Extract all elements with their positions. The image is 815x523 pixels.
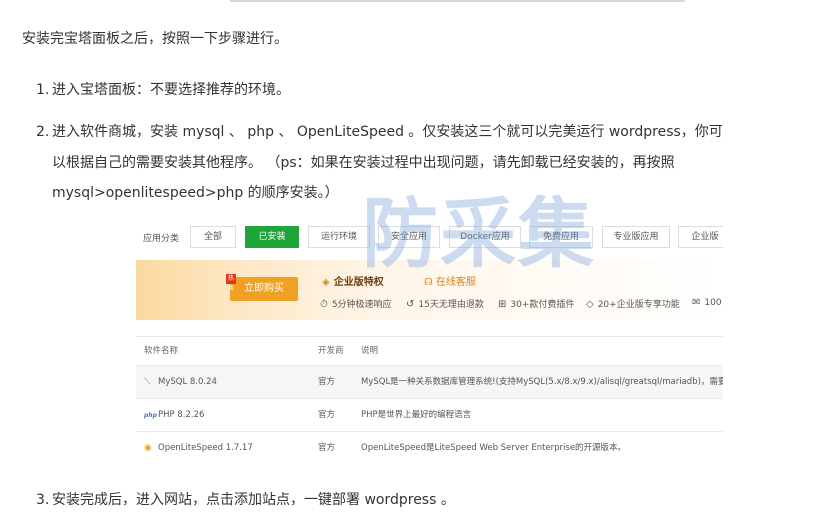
step-2-line-3: mysql>openlitespeed>php 的顺序安装。） [52, 185, 339, 201]
online-service-label: 在线客服 [435, 277, 476, 288]
feature-refund-label: 15天无理由退款 [418, 300, 484, 310]
diamond-outline-icon: ◇ [586, 299, 594, 310]
software-description: OpenLiteSpeed是LiteSpeed Web Server Enter… [361, 443, 627, 453]
enterprise-privileges-title: ◈ 企业版特权 [322, 273, 384, 288]
category-enterprise[interactable]: 企业版 [678, 226, 723, 248]
step-2-line-2: 以根据自己的需要安装其他程序。 （ps：如果在安装过程中出现问题，请先卸载已经安… [52, 154, 675, 171]
step-3: 3. 安装完成后，进入网站，点击添加站点，一键部署 wordpress 。 [36, 485, 455, 515]
step-2: 进入软件商城，安装 mysql 、 php 、 OpenLiteSpeed 。仅… [52, 117, 797, 209]
hot-tag: 热卖 [226, 274, 236, 292]
step-1-number: 1. [36, 82, 50, 98]
header-developer: 开发商 [318, 346, 344, 356]
software-name-text: MySQL 8.0.24 [158, 377, 217, 387]
software-developer: 官方 [318, 410, 336, 420]
category-docker[interactable]: Docker应用 [449, 226, 521, 248]
category-row: 应用分类 全部 已安装 运行环境 安全应用 Docker应用 免费应用 专业版应… [136, 226, 723, 248]
category-installed[interactable]: 已安装 [245, 226, 299, 248]
step-2-line-1: 进入软件商城，安装 mysql 、 php 、 OpenLiteSpeed 。仅… [52, 124, 723, 140]
header-description: 说明 [361, 346, 379, 356]
software-name: ◉ OpenLiteSpeed 1.7.17 [144, 432, 253, 464]
table-row[interactable]: ◉ OpenLiteSpeed 1.7.17 官方 OpenLiteSpeed是L… [136, 431, 723, 464]
diamond-icon: ◈ [322, 277, 330, 288]
openlitespeed-icon: ◉ [144, 443, 152, 453]
software-developer: 官方 [318, 377, 336, 387]
step-2-number: 2. [36, 124, 50, 140]
feature-exclusive-label: 20+企业版专享功能 [597, 300, 680, 310]
table-header: 软件名称 开发商 说明 [136, 337, 723, 365]
software-developer: 官方 [318, 443, 336, 453]
step-1-text: 进入宝塔面板：不要选择推荐的环境。 [52, 82, 290, 98]
plugin-icon: ⊞ [498, 299, 507, 310]
buy-now-button[interactable]: 立即购买 [230, 277, 298, 301]
feature-more: ✉ 100 [692, 297, 722, 308]
software-name: phpPHP 8.2.26 [144, 399, 204, 432]
embedded-screenshot: 应用分类 全部 已安装 运行环境 安全应用 Docker应用 免费应用 专业版应… [136, 220, 723, 466]
feature-plugins-label: 30+款付费插件 [510, 300, 575, 310]
feature-exclusive: ◇ 20+企业版专享功能 [586, 297, 680, 310]
online-service-link[interactable]: ☊ 在线客服 [424, 273, 476, 288]
refund-icon: ↺ [406, 299, 415, 310]
category-all[interactable]: 全部 [190, 226, 236, 248]
enterprise-privileges-label: 企业版特权 [333, 277, 384, 288]
step-1: 1. 进入宝塔面板：不要选择推荐的环境。 [36, 75, 290, 105]
category-pro[interactable]: 专业版应用 [602, 226, 670, 248]
enterprise-banner: 立即购买 热卖 ◈ 企业版特权 ☊ 在线客服 ⏱ 5分钟极速响应 ↺ 15天无理由退款 … [136, 260, 723, 320]
top-divider [230, 0, 685, 2]
software-description: MySQL是一种关系数据库管理系统!(支持MySQL(5.x/8.x/9.x)/… [361, 377, 723, 387]
stopwatch-icon: ⏱ [320, 299, 328, 310]
header-name: 软件名称 [144, 346, 179, 356]
table-row[interactable]: phpPHP 8.2.26 官方 PHP是世界上最好的编程语言 [136, 398, 723, 431]
step-3-text: 安装完成后，进入网站，点击添加站点，一键部署 wordpress 。 [52, 492, 455, 508]
php-icon: php [144, 412, 157, 419]
category-free[interactable]: 免费应用 [529, 226, 593, 248]
mail-icon: ✉ [692, 297, 701, 308]
software-table: 软件名称 开发商 说明 ⟍ MySQL 8.0.24 官方 MySQL是一种关系数… [136, 336, 723, 466]
category-security[interactable]: 安全应用 [378, 226, 440, 248]
software-description: PHP是世界上最好的编程语言 [361, 410, 472, 420]
headset-icon: ☊ [424, 277, 433, 288]
feature-refund: ↺ 15天无理由退款 [406, 297, 484, 310]
mysql-icon: ⟍ [144, 377, 151, 387]
software-name-text: OpenLiteSpeed 1.7.17 [158, 443, 253, 453]
category-label: 应用分类 [143, 234, 180, 244]
feature-response-label: 5分钟极速响应 [331, 300, 392, 310]
feature-plugins: ⊞ 30+款付费插件 [498, 297, 574, 310]
feature-response: ⏱ 5分钟极速响应 [320, 297, 392, 310]
software-name-text: PHP 8.2.26 [158, 410, 205, 420]
table-row[interactable]: ⟍ MySQL 8.0.24 官方 MySQL是一种关系数据库管理系统!(支持My… [136, 365, 723, 398]
feature-more-label: 100 [704, 298, 722, 308]
category-runtime[interactable]: 运行环境 [308, 226, 370, 248]
step-3-number: 3. [36, 492, 50, 508]
software-name: ⟍ MySQL 8.0.24 [144, 366, 217, 398]
intro-paragraph: 安装完宝塔面板之后，按照一下步骤进行。 [22, 31, 288, 47]
